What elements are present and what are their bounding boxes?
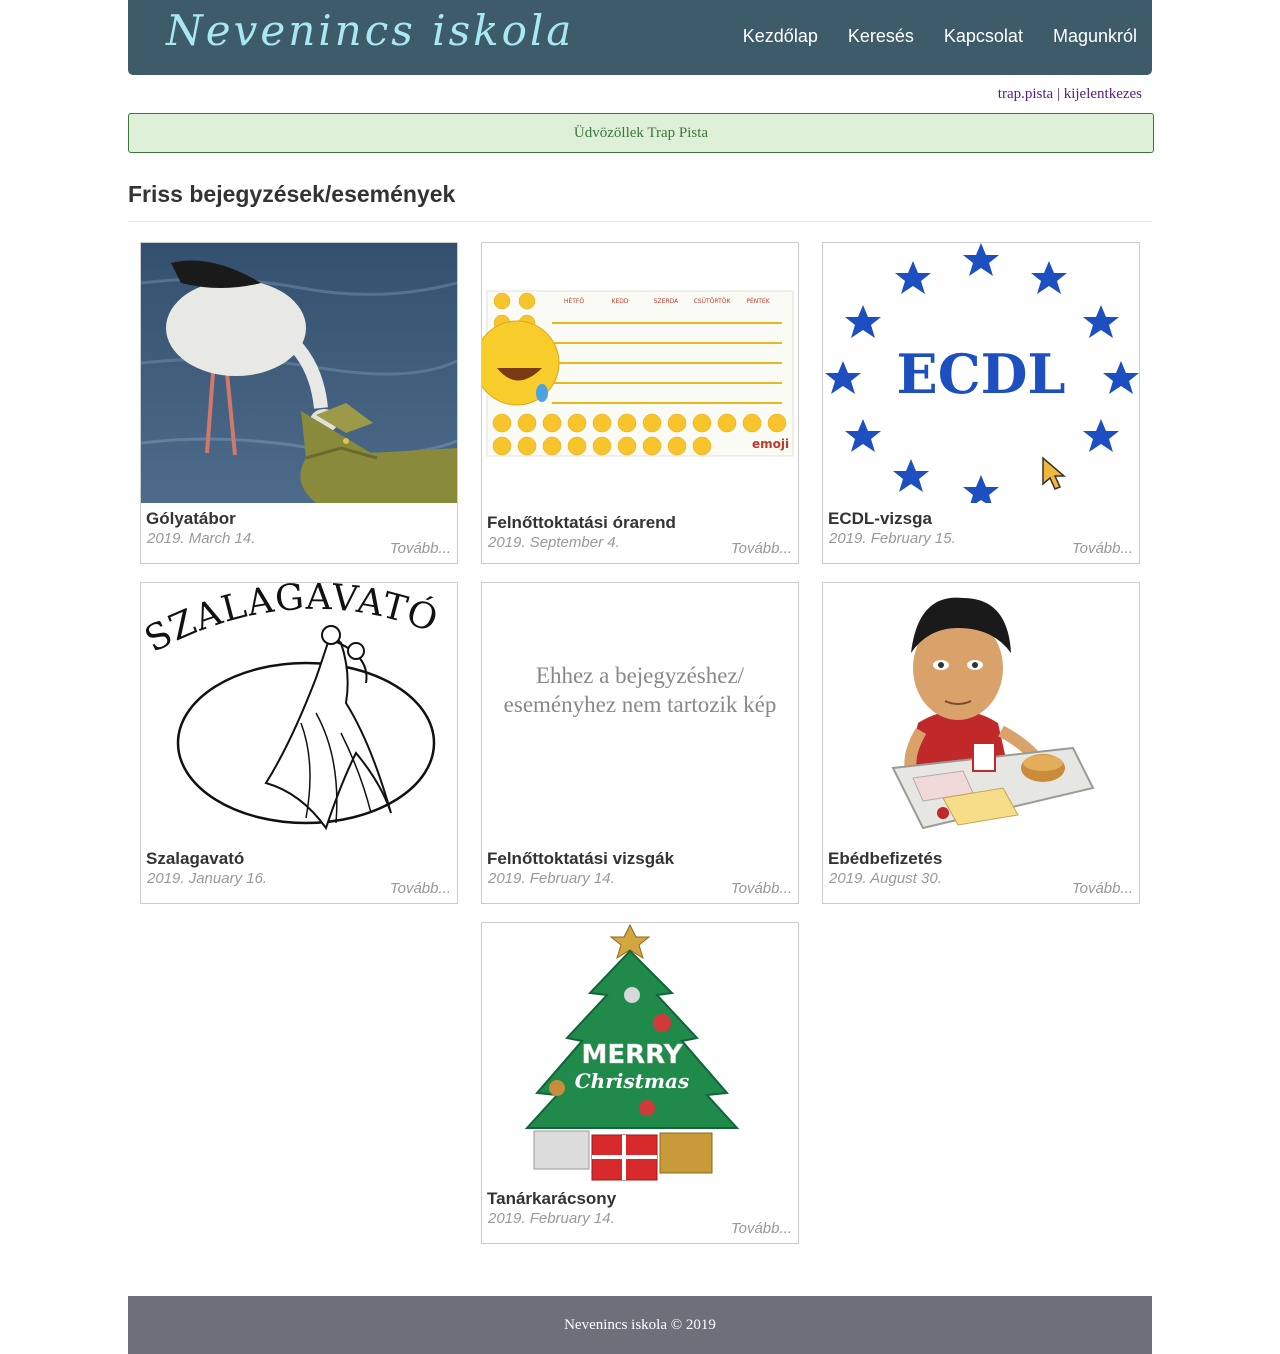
- footer: Nevenincs iskola © 2019: [128, 1296, 1152, 1354]
- post-title[interactable]: ECDL-vizsga: [828, 509, 932, 529]
- christmas-tree-balloon-image: MERRY Christmas: [482, 923, 798, 1183]
- day-label: KEDD: [612, 298, 629, 305]
- post-card[interactable]: HÉTFŐ KEDD SZERDA CSÜTÖRTÖK PÉNTEK emoji…: [481, 242, 799, 564]
- ecdl-logo-image: ECDL: [823, 243, 1139, 503]
- section-title: Friss bejegyzések/események: [128, 181, 456, 207]
- lunch-tray-image: [823, 583, 1139, 843]
- post-title[interactable]: Ebédbefizetés: [828, 849, 942, 869]
- nav-link-search[interactable]: Keresés: [848, 26, 914, 47]
- post-card[interactable]: Gólyatábor 2019. March 14. Tovább...: [140, 242, 458, 564]
- stork-photo: [141, 243, 457, 503]
- post-card[interactable]: MERRY Christmas Tanárkarácsony 2019. Feb…: [481, 922, 799, 1244]
- section-divider: [128, 221, 1152, 222]
- logout-link[interactable]: kijelentkezes: [1064, 86, 1142, 102]
- post-image-prom-dance[interactable]: SZALAGAVATÓ: [141, 583, 457, 843]
- post-image-emoji-timetable[interactable]: HÉTFŐ KEDD SZERDA CSÜTÖRTÖK PÉNTEK emoji: [482, 243, 798, 503]
- christmas-text: Christmas: [575, 1069, 689, 1093]
- post-title[interactable]: Szalagavató: [146, 849, 244, 869]
- post-title[interactable]: Felnőttoktatási órarend: [487, 513, 676, 533]
- post-image-christmas-tree[interactable]: MERRY Christmas: [482, 923, 798, 1183]
- post-date: 2019. January 16.: [147, 870, 268, 887]
- no-image-placeholder: Ehhez a bejegyzéshez/ eseményhez nem tar…: [503, 663, 777, 717]
- emoji-logo: emoji: [752, 437, 789, 451]
- read-more-link[interactable]: Tovább...: [731, 1220, 792, 1237]
- post-date: 2019. March 14.: [147, 530, 256, 547]
- read-more-link[interactable]: Tovább...: [390, 880, 451, 897]
- post-card[interactable]: Ehhez a bejegyzéshez/ eseményhez nem tar…: [481, 582, 799, 904]
- emoji-timetable-image: HÉTFŐ KEDD SZERDA CSÜTÖRTÖK PÉNTEK emoji: [482, 243, 798, 503]
- read-more-link[interactable]: Tovább...: [731, 880, 792, 897]
- merry-text: MERRY: [581, 1040, 683, 1070]
- prom-dance-image: SZALAGAVATÓ: [141, 583, 457, 843]
- user-bar: trap.pista | kijelentkezes: [998, 86, 1142, 103]
- post-card[interactable]: SZALAGAVATÓ Szalagavató 2019. January 16…: [140, 582, 458, 904]
- read-more-link[interactable]: Tovább...: [1072, 880, 1133, 897]
- ecdl-text: ECDL: [897, 342, 1066, 406]
- day-label: CSÜTÖRTÖK: [694, 298, 732, 305]
- post-date: 2019. August 30.: [829, 870, 942, 887]
- read-more-link[interactable]: Tovább...: [731, 540, 792, 557]
- brand-logo[interactable]: Nevenincs iskola: [166, 6, 574, 55]
- nav-link-about[interactable]: Magunkról: [1053, 26, 1137, 47]
- read-more-link[interactable]: Tovább...: [1072, 540, 1133, 557]
- post-card[interactable]: Ebédbefizetés 2019. August 30. Tovább...: [822, 582, 1140, 904]
- footer-text: Nevenincs iskola © 2019: [564, 1316, 716, 1333]
- post-date: 2019. February 14.: [488, 870, 615, 887]
- day-label: HÉTFŐ: [564, 297, 584, 305]
- post-date: 2019. September 4.: [488, 534, 620, 551]
- welcome-message: Üdvözöllek Trap Pista: [573, 124, 709, 141]
- post-date: 2019. February 15.: [829, 530, 956, 547]
- post-title[interactable]: Tanárkarácsony: [487, 1189, 616, 1209]
- post-title[interactable]: Felnőttoktatási vizsgák: [487, 849, 674, 869]
- user-separator: |: [1056, 86, 1060, 102]
- post-date: 2019. February 14.: [488, 1210, 615, 1227]
- post-image-lunch-tray[interactable]: [823, 583, 1139, 843]
- day-label: PÉNTEK: [746, 297, 770, 305]
- post-image-ecdl[interactable]: ECDL: [823, 243, 1139, 503]
- nav-link-contact[interactable]: Kapcsolat: [944, 26, 1023, 47]
- post-card[interactable]: ECDL ECDL-vizsga 2019. February 15. Tová…: [822, 242, 1140, 564]
- post-image-stork-crocodile[interactable]: [141, 243, 457, 503]
- welcome-alert: Üdvözöllek Trap Pista: [128, 113, 1154, 153]
- read-more-link[interactable]: Tovább...: [390, 540, 451, 557]
- post-title[interactable]: Gólyatábor: [146, 509, 236, 529]
- nav-link-home[interactable]: Kezdőlap: [743, 26, 818, 47]
- username-link[interactable]: trap.pista: [998, 86, 1053, 102]
- day-label: SZERDA: [654, 298, 679, 305]
- navbar: Nevenincs iskola Kezdőlap Keresés Kapcso…: [128, 0, 1152, 75]
- nav-links: Kezdőlap Keresés Kapcsolat Magunkról: [743, 26, 1137, 47]
